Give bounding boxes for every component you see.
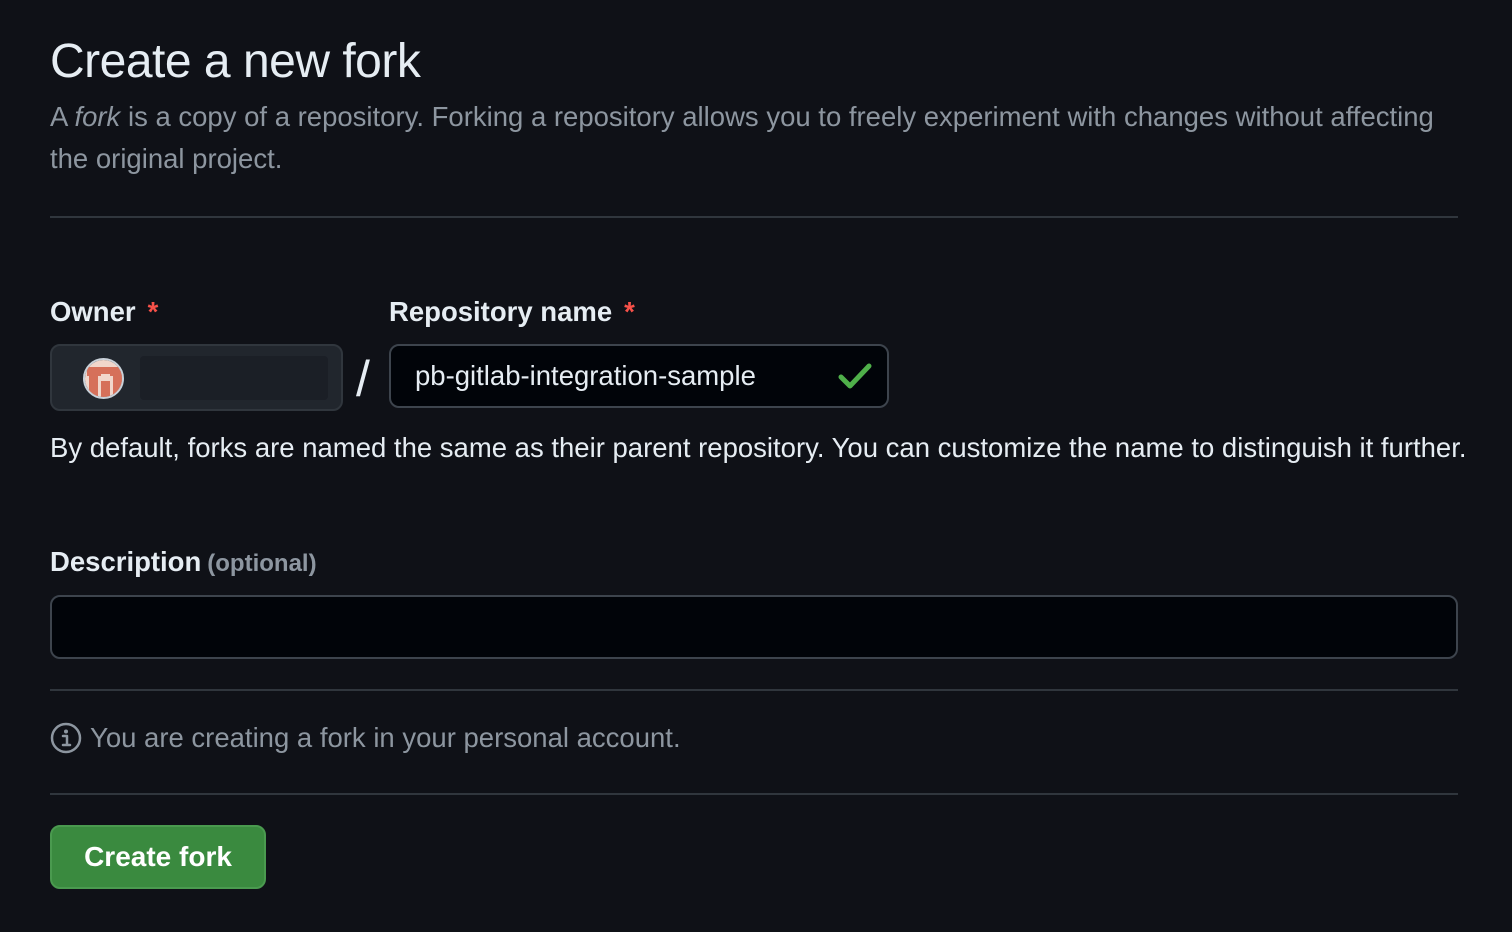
check-icon [838,363,872,389]
divider [50,216,1458,218]
owner-label: Owner * [50,296,158,328]
owner-repo-separator: / [356,351,370,407]
intro-prefix: A [50,101,75,132]
intro-emphasis: fork [74,101,121,132]
description-label: Description (optional) [50,546,317,578]
description-input[interactable] [50,595,1458,659]
owner-select[interactable] [50,344,343,411]
intro-suffix: is a copy of a repository. Forking a rep… [50,101,1434,174]
repo-required-mark: * [624,296,635,327]
owner-required-mark: * [147,296,159,327]
divider [50,689,1458,691]
user-avatar-icon [83,358,124,399]
repo-name-help-text: By default, forks are named the same as … [50,432,1467,463]
notice-text: You are creating a fork in your personal… [90,722,681,753]
repository-name-input[interactable] [389,344,889,408]
page-intro: A fork is a copy of a repository. Forkin… [50,96,1460,180]
owner-label-text: Owner [50,296,136,327]
divider [50,793,1458,795]
repo-name-label-text: Repository name [389,296,613,327]
create-fork-button[interactable]: Create fork [50,825,266,889]
page-title: Create a new fork [50,35,421,88]
create-fork-page: Create a new fork A fork is a copy of a … [0,0,1512,932]
personal-account-notice: You are creating a fork in your personal… [50,722,681,754]
owner-name-redacted [140,356,328,400]
repo-name-label: Repository name * [389,296,635,328]
info-icon [50,722,82,754]
description-optional-tag: (optional) [207,550,317,577]
description-label-text: Description [50,546,202,577]
